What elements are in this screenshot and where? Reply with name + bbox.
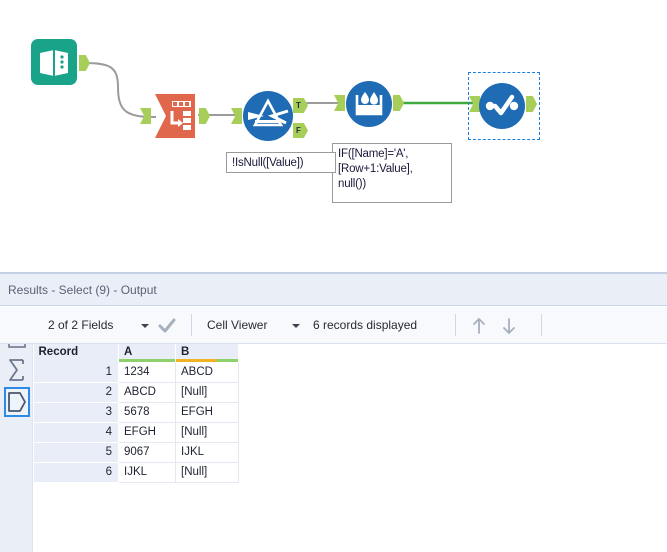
rail-item-summary-view[interactable] <box>4 355 30 385</box>
output-anchor-multirow[interactable] <box>393 95 404 111</box>
toolbar-separator-3 <box>541 314 542 336</box>
table-row[interactable]: 6 IJKL [Null] <box>33 462 239 483</box>
table-row[interactable]: 2 ABCD [Null] <box>33 382 239 403</box>
cell-record: 2 <box>33 382 119 403</box>
output-anchor-false[interactable]: F <box>293 123 308 138</box>
table-row[interactable]: 4 EFGH [Null] <box>33 422 239 443</box>
rail-item-metadata-view[interactable] <box>4 387 30 417</box>
cell-a[interactable]: ABCD <box>118 382 176 403</box>
toolbar-separator-2 <box>455 314 456 336</box>
transpose-icon <box>155 94 195 138</box>
results-titlebar: Results - Select (9) - Output <box>0 272 667 306</box>
cell-viewer-dropdown-caret-icon[interactable] <box>292 324 300 328</box>
fields-count-label[interactable]: 2 of 2 Fields <box>48 318 113 332</box>
column-a-type-bar <box>119 359 175 362</box>
records-displayed-label: 6 records displayed <box>313 318 418 332</box>
cell-record: 5 <box>33 442 119 463</box>
results-data-grid[interactable]: Record A B 1 1234 ABCD 2 ABCD [Null] 3 5… <box>33 344 667 552</box>
input-anchor-filter[interactable] <box>231 108 242 124</box>
multi-row-formula-icon <box>346 81 392 127</box>
table-row[interactable]: 1 1234 ABCD <box>33 362 239 383</box>
cell-record: 3 <box>33 402 119 423</box>
output-anchor-transpose[interactable] <box>199 108 210 124</box>
results-table: Record A B 1 1234 ABCD 2 ABCD [Null] 3 5… <box>33 344 239 483</box>
results-pane: Results - Select (9) - Output · · · · 2 … <box>0 272 667 552</box>
table-row[interactable]: 3 5678 EFGH <box>33 402 239 423</box>
cell-a[interactable]: 5678 <box>118 402 176 423</box>
arrow-down-icon[interactable] <box>500 316 518 336</box>
cell-b[interactable]: ABCD <box>175 362 239 383</box>
annotation-filter-expression[interactable]: !IsNull([Value]) <box>226 152 336 173</box>
input-anchor-transpose[interactable] <box>140 108 151 124</box>
table-body: 1 1234 ABCD 2 ABCD [Null] 3 5678 EFGH 4 EFGH [Null]… <box>33 362 239 483</box>
workflow-canvas[interactable]: T F !IsNull([Value]) IF([Name]='A', [Row… <box>0 0 667 272</box>
column-header-record-label: Record <box>38 346 79 358</box>
select-check-icon <box>479 83 525 129</box>
fields-dropdown-caret-icon[interactable] <box>141 324 149 328</box>
cell-b[interactable]: [Null] <box>175 462 239 483</box>
cell-a[interactable]: 9067 <box>118 442 176 463</box>
column-header-record[interactable]: Record <box>33 344 119 362</box>
annotation-formula-expression[interactable]: IF([Name]='A', [Row+1:Value], null()) <box>332 143 452 203</box>
cell-a[interactable]: IJKL <box>118 462 176 483</box>
table-row[interactable]: 5 9067 IJKL <box>33 442 239 463</box>
book-icon <box>31 39 77 85</box>
column-header-a-label: A <box>124 346 133 358</box>
results-toolbar: 2 of 2 Fields Cell Viewer 6 records disp… <box>0 307 667 344</box>
toolbar-separator-1 <box>191 314 192 336</box>
cell-b[interactable]: IJKL <box>175 442 239 463</box>
cell-a[interactable]: EFGH <box>118 422 176 443</box>
arrow-up-icon[interactable] <box>470 316 488 336</box>
cell-a[interactable]: 1234 <box>118 362 176 383</box>
sigma-icon <box>9 359 24 381</box>
results-title: Results - Select (9) - Output <box>8 283 157 297</box>
cell-record: 6 <box>33 462 119 483</box>
output-anchor-text-input[interactable] <box>79 55 90 71</box>
output-anchor-true[interactable]: T <box>293 98 308 113</box>
table-header-row: Record A B <box>33 344 239 362</box>
pentagon-data-icon <box>8 392 26 412</box>
cell-b[interactable]: [Null] <box>175 422 239 443</box>
column-header-a[interactable]: A <box>118 344 176 362</box>
column-header-b[interactable]: B <box>175 344 239 362</box>
connection-multirow-select <box>398 101 476 105</box>
check-icon[interactable] <box>158 318 176 334</box>
cell-b[interactable]: EFGH <box>175 402 239 423</box>
filter-funnel-icon <box>243 91 293 141</box>
column-header-b-label: B <box>181 346 190 358</box>
cell-viewer-label[interactable]: Cell Viewer <box>207 318 267 332</box>
cell-record: 4 <box>33 422 119 443</box>
column-b-type-bar <box>176 359 238 362</box>
cell-b[interactable]: [Null] <box>175 382 239 403</box>
cell-record: 1 <box>33 362 119 383</box>
input-anchor-multirow[interactable] <box>334 95 345 111</box>
